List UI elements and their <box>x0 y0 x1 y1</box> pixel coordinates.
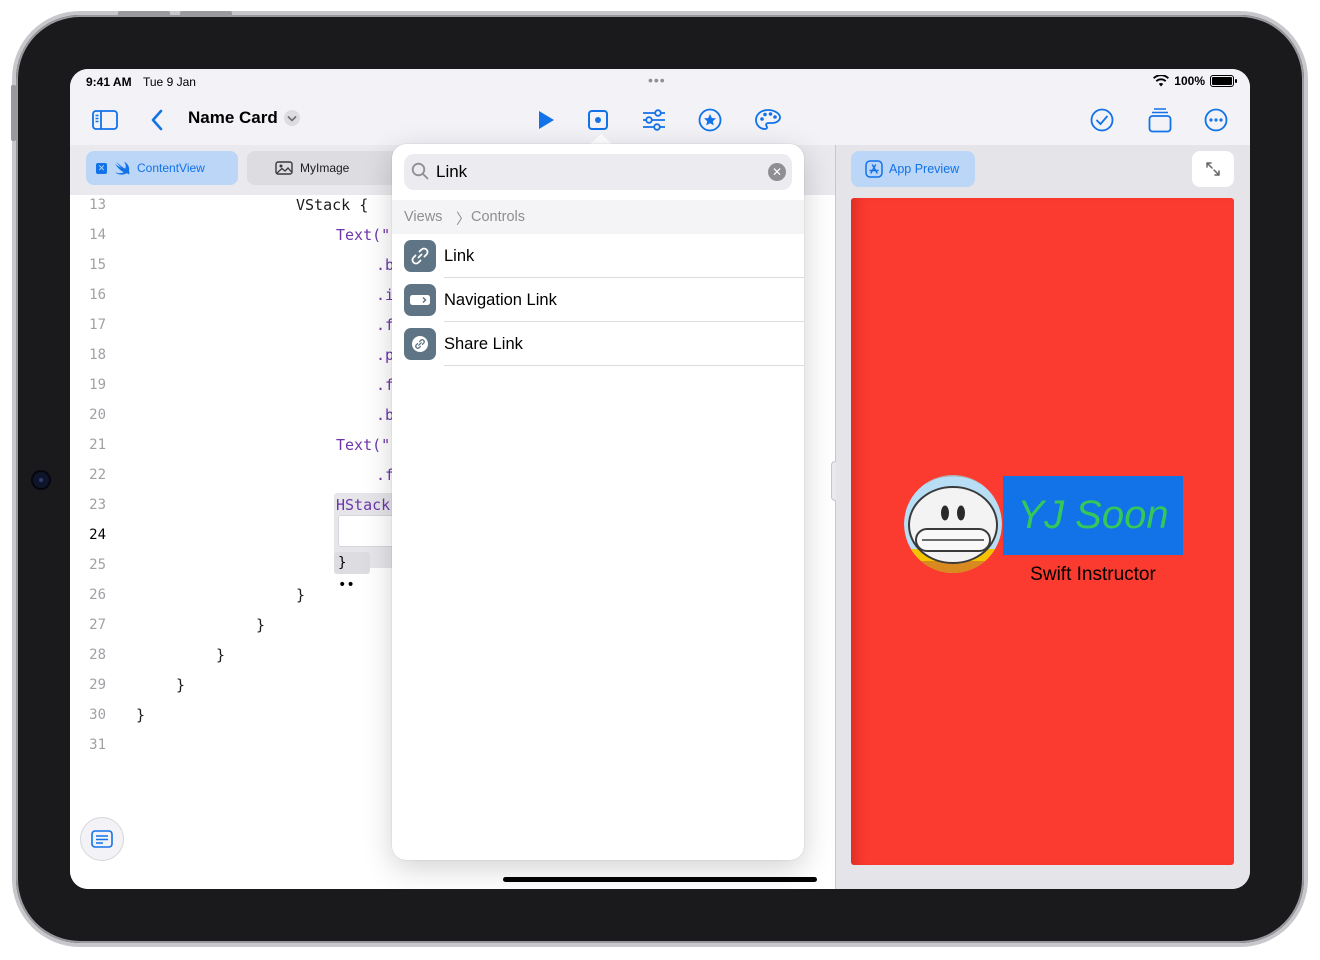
list-item-link[interactable]: Link <box>392 234 804 278</box>
line-number: 15 <box>89 257 106 273</box>
app-store-icon <box>865 160 883 178</box>
code-line[interactable]: HStack <box>336 496 390 514</box>
line-number: 28 <box>89 647 106 663</box>
breadcrumb-item[interactable]: Controls <box>471 209 525 225</box>
code-line[interactable]: VStack { <box>296 196 368 214</box>
line-number: 25 <box>89 557 106 573</box>
status-time: 9:41 AM <box>86 75 132 89</box>
front-camera <box>33 472 49 488</box>
tab-label: ContentView <box>137 161 205 175</box>
battery-percent: 100% <box>1174 74 1205 88</box>
code-token: VStack { <box>296 196 369 214</box>
top-button <box>118 11 170 16</box>
line-number: 20 <box>89 407 106 423</box>
tab-myimage[interactable]: MyImage <box>247 151 399 185</box>
line-number: 27 <box>89 617 106 633</box>
multitasking-dots-icon[interactable]: ••• <box>648 72 666 88</box>
line-number: 18 <box>89 347 106 363</box>
search-field[interactable]: Link ✕ <box>404 154 792 190</box>
line-number: 31 <box>89 737 106 753</box>
code-line[interactable]: Text(" <box>336 226 390 244</box>
document-icon <box>91 830 113 848</box>
project-title[interactable]: Name Card <box>188 108 278 128</box>
home-indicator[interactable] <box>503 877 817 882</box>
line-number: 29 <box>89 677 106 693</box>
record-icon[interactable] <box>583 105 613 135</box>
code-line[interactable]: } <box>216 646 225 664</box>
breadcrumb-item[interactable]: Views <box>404 209 442 225</box>
breadcrumb-separator-icon: 〉 <box>456 212 471 228</box>
search-icon <box>411 162 429 180</box>
run-icon[interactable] <box>531 105 561 135</box>
collapsed-marker: •• <box>338 577 355 593</box>
app-preview-canvas: YJ Soon Swift Instructor <box>851 198 1234 865</box>
tab-label: MyImage <box>300 161 350 175</box>
screen: 9:41 AM Tue 9 Jan ••• 100% Name Card ✕ C… <box>70 69 1250 889</box>
list-item-label: Link <box>444 247 475 265</box>
library-popover: Link ✕ Views 〉 Controls Link Navigation … <box>392 144 804 860</box>
status-right: 100% <box>1153 74 1237 88</box>
copy-stack-icon[interactable] <box>1145 105 1175 135</box>
sliders-icon[interactable] <box>639 105 669 135</box>
hstack-placeholder[interactable] <box>338 515 400 547</box>
navigation-link-icon <box>404 284 436 316</box>
app-preview-button[interactable]: App Preview <box>851 151 975 187</box>
code-line[interactable]: Text(" <box>336 436 390 454</box>
line-number: 24 <box>89 527 106 543</box>
preview-pane: App Preview YJ Soon Swift Instructor <box>836 145 1250 889</box>
subtitle-text: Swift Instructor <box>1030 564 1156 585</box>
share-link-icon <box>404 328 436 360</box>
search-input[interactable]: Link <box>436 162 467 182</box>
swift-icon <box>115 161 130 175</box>
status-date: Tue 9 Jan <box>143 75 196 89</box>
line-number: 19 <box>89 377 106 393</box>
expand-icon <box>1206 162 1220 176</box>
close-tab-icon[interactable]: ✕ <box>96 162 107 174</box>
line-number: 21 <box>89 437 106 453</box>
line-number: 22 <box>89 467 106 483</box>
battery-icon <box>1210 75 1237 87</box>
status-bar: 9:41 AM Tue 9 Jan ••• 100% <box>70 69 1250 95</box>
star-icon[interactable] <box>695 105 725 135</box>
line-number: 14 <box>89 227 106 243</box>
photo-icon <box>275 161 293 175</box>
side-button <box>11 85 16 141</box>
toolbar: Name Card <box>70 95 1250 145</box>
wifi-icon <box>1153 75 1170 87</box>
avatar <box>904 475 1002 573</box>
list-item-navigation-link[interactable]: Navigation Link <box>392 278 804 322</box>
tab-contentview[interactable]: ✕ ContentView <box>86 151 238 185</box>
list-item-label: Share Link <box>444 335 523 353</box>
code-line[interactable]: } <box>136 706 145 724</box>
line-number: 16 <box>89 287 106 303</box>
chevron-down-icon[interactable] <box>284 110 300 126</box>
brace: } <box>338 555 347 571</box>
checkmark-icon[interactable] <box>1087 105 1117 135</box>
line-number: 26 <box>89 587 106 603</box>
sidebar-icon[interactable] <box>90 105 120 135</box>
more-icon[interactable] <box>1201 105 1231 135</box>
name-box: YJ Soon <box>1003 476 1183 555</box>
name-text: YJ Soon <box>1017 493 1169 537</box>
list-item-label: Navigation Link <box>444 291 557 309</box>
line-number: 30 <box>89 707 106 723</box>
line-number: 13 <box>89 197 106 213</box>
code-line[interactable]: } <box>296 586 305 604</box>
documentation-button[interactable] <box>80 817 124 861</box>
list-item-share-link[interactable]: Share Link <box>392 322 804 366</box>
line-number: 23 <box>89 497 106 513</box>
palette-icon[interactable] <box>753 105 783 135</box>
row-divider <box>444 365 804 366</box>
collapsed-code-pill[interactable]: } •• <box>334 552 370 593</box>
back-chevron-icon[interactable] <box>142 105 172 135</box>
breadcrumb: Views 〉 Controls <box>392 200 804 234</box>
app-preview-label: App Preview <box>889 162 960 176</box>
top-button <box>180 11 232 16</box>
link-icon <box>404 240 436 272</box>
line-number: 17 <box>89 317 106 333</box>
code-line[interactable]: } <box>256 616 265 634</box>
clear-search-icon[interactable]: ✕ <box>768 163 786 181</box>
expand-button[interactable] <box>1192 151 1234 187</box>
code-line[interactable]: } <box>176 676 185 694</box>
